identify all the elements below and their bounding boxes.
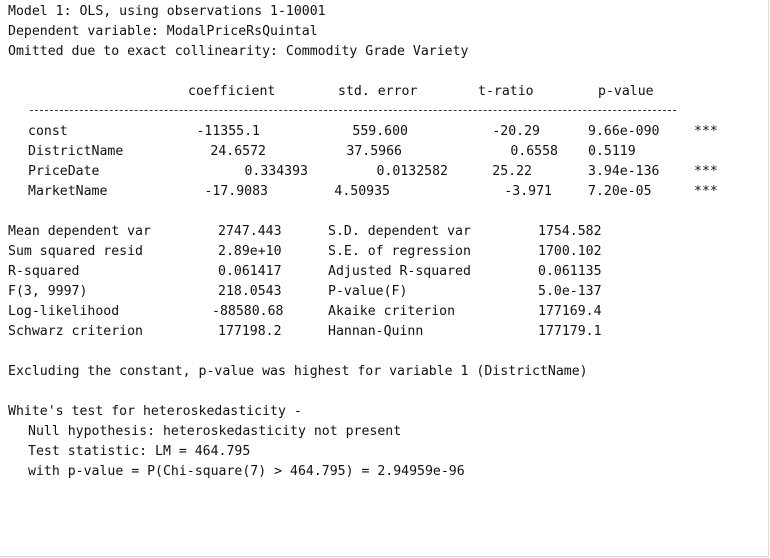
row-variable-name: const [28,124,68,139]
row-variable-name: DistrictName [28,144,124,159]
stat-value: -88580.68 [212,304,284,319]
row-t-ratio: 25.22 [492,164,532,179]
omitted-line: Omitted due to exact collinearity: Commo… [8,44,469,59]
stat-label: Log-likelihood [8,304,120,319]
col-header-coefficient: coefficient [188,84,276,99]
row-t-ratio: -3.971 [504,184,552,199]
row-significance-stars: *** [694,164,718,179]
excluding-note: Excluding the constant, p-value was high… [8,364,588,379]
row-p-value: 3.94e-136 [588,164,660,179]
row-std-error: 559.600 [352,124,408,139]
stat-label: Mean dependent var [8,224,151,239]
row-p-value: 7.20e-05 [588,184,652,199]
row-coefficient: -11355.1 [196,124,260,139]
stat-value: 218.0543 [218,284,282,299]
row-coefficient: -17.9083 [204,184,268,199]
stat-label: P-value(F) [328,284,408,299]
row-t-ratio: 0.6558 [510,144,558,159]
model-line: Model 1: OLS, using observations 1-10001 [8,4,326,19]
dependent-line: Dependent variable: ModalPriceRsQuintal [8,24,318,39]
row-coefficient: 0.334393 [244,164,308,179]
stat-value: 177179.1 [538,324,602,339]
stat-value: 0.061135 [538,264,602,279]
stat-value: 2747.443 [218,224,282,239]
row-significance-stars: *** [694,184,718,199]
stat-value: 177198.2 [218,324,282,339]
stat-label: Sum squared resid [8,244,143,259]
row-variable-name: PriceDate [28,164,100,179]
stat-value: 1700.102 [538,244,602,259]
white-test-statistic: Test statistic: LM = 464.795 [28,444,251,459]
stat-label: Schwarz criterion [8,324,143,339]
stat-label: S.D. dependent var [328,224,471,239]
row-std-error: 0.0132582 [376,164,448,179]
stat-value: 177169.4 [538,304,602,319]
row-p-value: 0.5119 [588,144,636,159]
table-separator [30,110,676,111]
stat-label: R-squared [8,264,80,279]
row-std-error: 37.5966 [346,144,402,159]
output-window: Model 1: OLS, using observations 1-10001… [0,0,769,557]
stat-label: Akaike criterion [328,304,456,319]
row-variable-name: MarketName [28,184,108,199]
stat-value: 1754.582 [538,224,602,239]
row-significance-stars: *** [694,124,718,139]
row-coefficient: 24.6572 [210,144,266,159]
stat-value: 2.89e+10 [218,244,282,259]
stat-label: S.E. of regression [328,244,471,259]
stat-label: Hannan-Quinn [328,324,424,339]
stat-value: 0.061417 [218,264,282,279]
stat-label: Adjusted R-squared [328,264,471,279]
white-test-pvalue: with p-value = P(Chi-square(7) > 464.795… [28,464,465,479]
row-std-error: 4.50935 [334,184,390,199]
stat-label: F(3, 9997) [8,284,88,299]
white-test-null: Null hypothesis: heteroskedasticity not … [28,424,402,439]
col-header-p-value: p-value [598,84,654,99]
row-t-ratio: -20.29 [492,124,540,139]
row-p-value: 9.66e-090 [588,124,660,139]
stat-value: 5.0e-137 [538,284,602,299]
col-header-t-ratio: t-ratio [478,84,534,99]
col-header-std-error: std. error [338,84,418,99]
white-test-title: White's test for heteroskedasticity - [8,404,302,419]
